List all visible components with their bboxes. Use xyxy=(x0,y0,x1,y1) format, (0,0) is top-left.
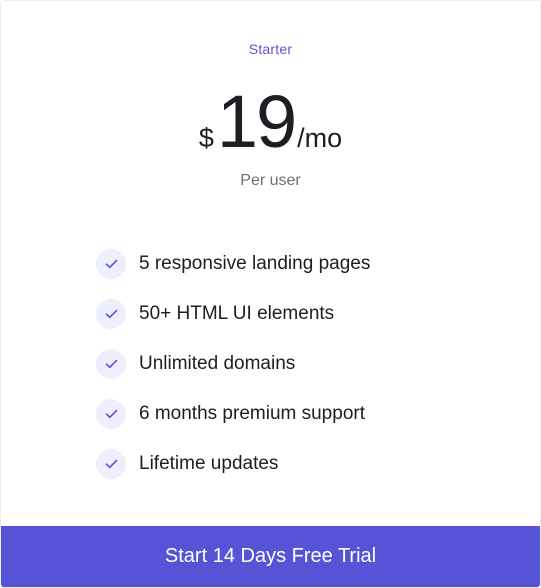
check-icon xyxy=(96,449,126,479)
feature-label: Unlimited domains xyxy=(139,353,296,374)
price: $19/mo xyxy=(1,85,540,159)
feature-item: Lifetime updates xyxy=(96,439,370,489)
feature-label: 5 responsive landing pages xyxy=(139,253,371,274)
check-icon xyxy=(96,349,126,379)
pricing-card: Starter $19/mo Per user 5 responsive lan… xyxy=(0,0,541,588)
plan-name: Starter xyxy=(248,41,293,57)
feature-item: 6 months premium support xyxy=(96,389,370,439)
check-icon xyxy=(96,299,126,329)
start-trial-button[interactable]: Start 14 Days Free Trial xyxy=(1,526,540,587)
feature-label: 6 months premium support xyxy=(139,403,365,424)
feature-list: 5 responsive landing pages 50+ HTML UI e… xyxy=(96,239,370,489)
price-period: /mo xyxy=(297,123,343,153)
price-amount: 19 xyxy=(216,80,297,163)
feature-label: Lifetime updates xyxy=(139,453,279,474)
feature-item: 5 responsive landing pages xyxy=(96,239,370,289)
feature-label: 50+ HTML UI elements xyxy=(139,303,335,324)
billing-note: Per user xyxy=(240,172,301,189)
feature-item: 50+ HTML UI elements xyxy=(96,289,370,339)
feature-item: Unlimited domains xyxy=(96,339,370,389)
price-currency: $ xyxy=(198,123,214,153)
check-icon xyxy=(96,399,126,429)
check-icon xyxy=(96,249,126,279)
